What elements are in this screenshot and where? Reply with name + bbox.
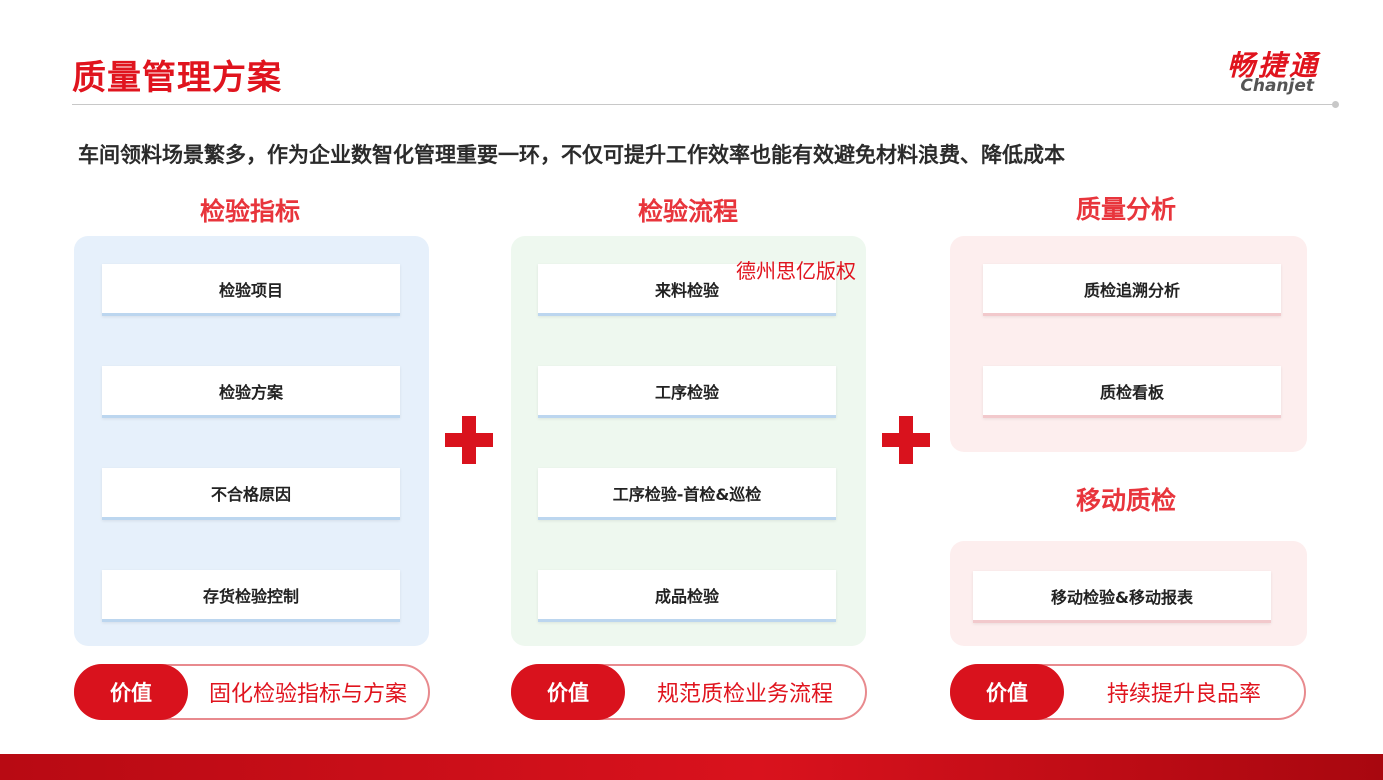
plus-icon: [882, 416, 930, 464]
card-process-inspection[interactable]: 工序检验: [538, 366, 836, 418]
value-pill-analysis: 价值 持续提升良品率: [950, 664, 1306, 720]
card-inspection-plan[interactable]: 检验方案: [102, 366, 400, 418]
value-tag: 价值: [950, 664, 1064, 720]
card-quality-trace-analysis[interactable]: 质检追溯分析: [983, 264, 1281, 316]
card-finished-goods-inspection[interactable]: 成品检验: [538, 570, 836, 622]
heading-mobile-quality: 移动质检: [1075, 486, 1176, 515]
card-inspection-item[interactable]: 检验项目: [102, 264, 400, 316]
footer-band: [0, 754, 1383, 780]
card-first-patrol-inspection[interactable]: 工序检验-首检&巡检: [538, 468, 836, 520]
panel-mobile-quality: 移动检验&移动报表: [950, 541, 1307, 646]
chanjet-logo: 畅捷通 Chanjet: [1180, 44, 1330, 98]
value-tag: 价值: [511, 664, 625, 720]
card-inventory-inspection-control[interactable]: 存货检验控制: [102, 570, 400, 622]
page-title: 质量管理方案: [72, 58, 282, 98]
title-divider: [72, 104, 1334, 105]
value-text: 规范质检业务流程: [656, 682, 833, 707]
heading-inspection-indicators: 检验指标: [199, 197, 300, 226]
card-mobile-inspection-report[interactable]: 移动检验&移动报表: [973, 571, 1271, 623]
value-pill-process: 价值 规范质检业务流程: [511, 664, 867, 720]
value-pill-indicators: 价值 固化检验指标与方案: [74, 664, 430, 720]
page-subtitle: 车间领料场景繁多，作为企业数智化管理重要一环，不仅可提升工作效率也能有效避免材料…: [78, 143, 1065, 167]
panel-inspection-indicators: 检验项目 检验方案 不合格原因 存货检验控制: [74, 236, 429, 646]
plus-icon: [445, 416, 493, 464]
heading-inspection-process: 检验流程: [637, 197, 738, 226]
panel-inspection-process: 来料检验 工序检验 工序检验-首检&巡检 成品检验: [511, 236, 866, 646]
card-quality-dashboard[interactable]: 质检看板: [983, 366, 1281, 418]
logo-english-text: Chanjet: [1240, 76, 1314, 96]
value-tag: 价值: [74, 664, 188, 720]
title-divider-dot: [1332, 101, 1339, 108]
value-text: 固化检验指标与方案: [208, 682, 407, 707]
card-nonconformity-reason[interactable]: 不合格原因: [102, 468, 400, 520]
value-text: 持续提升良品率: [1106, 682, 1261, 707]
heading-quality-analysis: 质量分析: [1075, 195, 1176, 224]
watermark-text: 德州思亿版权: [736, 259, 856, 283]
panel-quality-analysis: 质检追溯分析 质检看板: [950, 236, 1307, 452]
